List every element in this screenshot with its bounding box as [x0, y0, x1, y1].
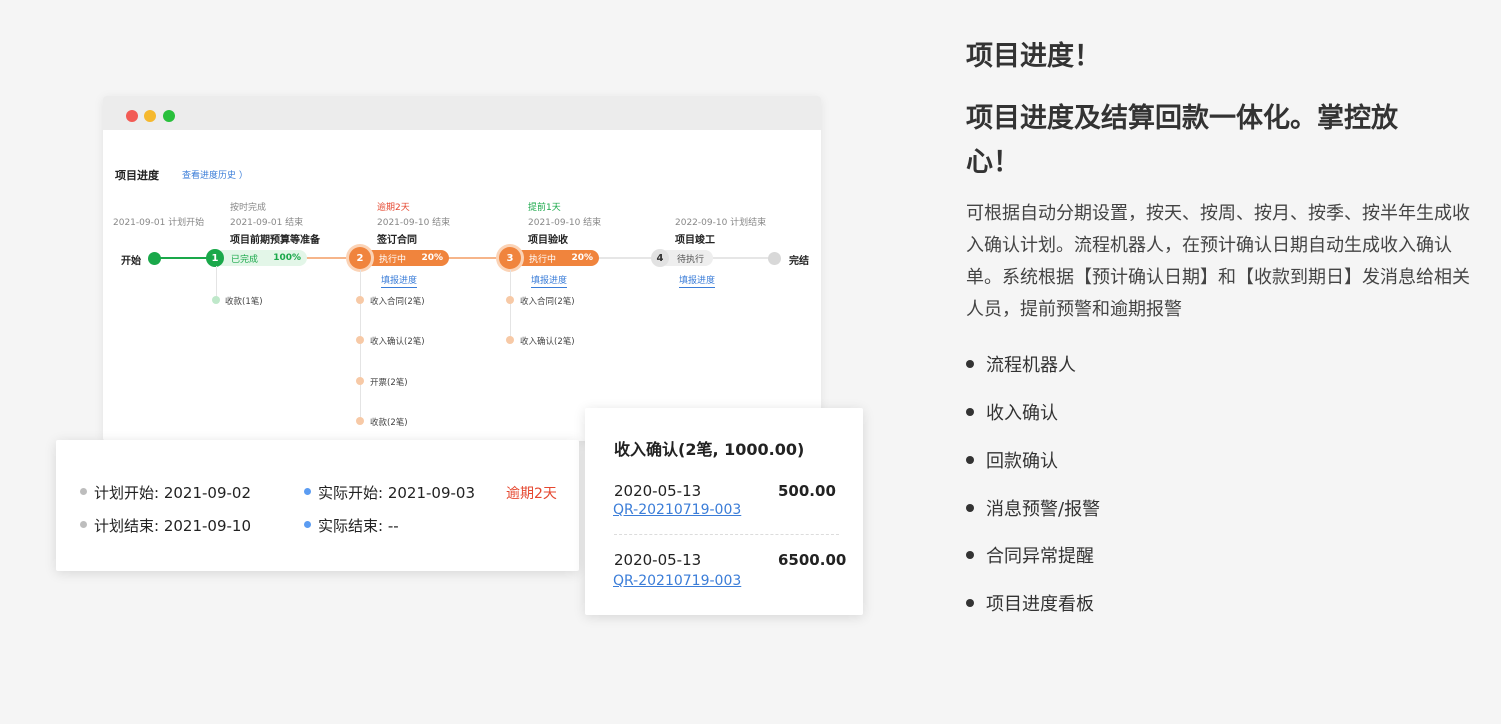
actual-start-text: 实际开始: 2021-09-03	[318, 484, 475, 502]
heading-primary: 项目进度！	[966, 41, 1101, 72]
page-title: 项目进度	[115, 169, 159, 182]
stage1-status: 按时完成	[230, 203, 267, 213]
stage1-pill-status: 已完成	[231, 254, 259, 265]
close-window-icon[interactable]	[126, 110, 138, 122]
stage3-fill-progress-link[interactable]: 填报进度	[531, 273, 568, 288]
income-confirm-title: 收入确认(2笔, 1000.00)	[614, 440, 805, 459]
stage4-fill-progress-link[interactable]: 填报进度	[679, 273, 716, 288]
feature-label: 流程机器人	[986, 355, 1076, 376]
actual-dot-icon	[304, 521, 311, 528]
sub-item-dot-icon	[356, 417, 364, 425]
bullet-icon	[966, 599, 974, 607]
sub-item-dot-icon	[356, 296, 364, 304]
entry-date: 2020-05-13	[614, 551, 702, 569]
stage4-date: 2022-09-10 计划结束	[675, 218, 767, 228]
maximize-window-icon[interactable]	[163, 110, 175, 122]
stage4-pill-status: 待执行	[677, 254, 705, 265]
feature-item: 消息预警/报警	[966, 495, 1100, 521]
entry-amount: 500.00	[778, 482, 836, 500]
feature-item: 合同异常提醒	[966, 542, 1094, 568]
sub-item-dot-icon	[356, 336, 364, 344]
start-node-icon	[148, 252, 161, 265]
entry-date: 2020-05-13	[614, 482, 702, 500]
heading-secondary-line1: 项目进度及结算回款一体化。掌控放	[966, 103, 1398, 134]
bullet-icon	[966, 551, 974, 559]
bullet-icon	[966, 456, 974, 464]
stage2-pill-percent: 20%	[421, 253, 443, 263]
stage2-sub-item[interactable]: 收入确认(2笔)	[370, 335, 425, 347]
plan-dot-icon	[80, 521, 87, 528]
stage2-sub-item[interactable]: 收款(2笔)	[370, 416, 408, 428]
stage-detail-popup: 计划开始: 2021-09-02 计划结束: 2021-09-10 实际开始: …	[56, 440, 579, 571]
stage3-node[interactable]: 3	[499, 247, 521, 269]
actual-dot-icon	[304, 488, 311, 495]
entry-code-link[interactable]: QR-20210719-003	[613, 502, 741, 518]
stage2-sub-item[interactable]: 收入合同(2笔)	[370, 295, 425, 307]
stage2-date: 2021-09-10 结束	[377, 218, 451, 228]
plan-end-text: 计划结束: 2021-09-10	[94, 517, 251, 535]
entry-amount: 6500.00	[778, 551, 847, 569]
bullet-icon	[966, 360, 974, 368]
feature-item: 流程机器人	[966, 351, 1076, 377]
bullet-icon	[966, 504, 974, 512]
stage1-pill-percent: 100%	[273, 253, 301, 263]
feature-label: 项目进度看板	[986, 594, 1094, 615]
overdue-badge: 逾期2天	[506, 486, 557, 502]
plan-start-text: 计划开始: 2021-09-02	[94, 484, 251, 502]
plan-dot-icon	[80, 488, 87, 495]
start-label: 开始	[121, 256, 141, 267]
feature-label: 回款确认	[986, 451, 1058, 472]
stage3-pill-status: 执行中	[529, 254, 557, 265]
stage2-fill-progress-link[interactable]: 填报进度	[381, 273, 418, 288]
view-history-link[interactable]: 查看进度历史 ）	[182, 168, 248, 181]
stage2-status: 逾期2天	[377, 203, 410, 213]
stage3-date: 2021-09-10 结束	[528, 218, 602, 228]
stage4-name: 项目竣工	[675, 235, 715, 246]
stage1-sub-item[interactable]: 收款(1笔)	[225, 295, 263, 307]
actual-end-text: 实际结束: --	[318, 517, 399, 535]
stage2-subline	[360, 270, 361, 422]
bullet-icon	[966, 408, 974, 416]
feature-item: 项目进度看板	[966, 590, 1094, 616]
entry-code-link[interactable]: QR-20210719-003	[613, 573, 741, 589]
stage3-name: 项目验收	[528, 235, 568, 246]
stage3-pill-percent: 20%	[571, 253, 593, 263]
sub-item-dot-icon	[212, 296, 220, 304]
stage2-name: 签订合同	[377, 235, 417, 246]
stage3-progress-pill: 执行中 20%	[509, 250, 599, 266]
income-confirm-popup: 收入确认(2笔, 1000.00) 2020-05-13 500.00 QR-2…	[585, 408, 863, 615]
stage1-node[interactable]: 1	[206, 249, 224, 267]
feature-label: 合同异常提醒	[986, 546, 1094, 567]
stage2-node[interactable]: 2	[349, 247, 371, 269]
sub-item-dot-icon	[506, 336, 514, 344]
entry-divider	[614, 534, 839, 535]
stage3-sub-item[interactable]: 收入合同(2笔)	[520, 295, 575, 307]
description-paragraph: 可根据自动分期设置，按天、按周、按月、按季、按半年生成收入确认计划。流程机器人，…	[966, 203, 1470, 320]
feature-item: 回款确认	[966, 447, 1058, 473]
stage1-progress-pill: 已完成 100%	[215, 250, 307, 266]
feature-item: 收入确认	[966, 399, 1058, 425]
stage2-pill-status: 执行中	[379, 254, 407, 265]
stage1-name: 项目前期预算等准备	[230, 235, 320, 246]
window-titlebar	[103, 96, 821, 130]
end-node-icon	[768, 252, 781, 265]
feature-label: 收入确认	[986, 403, 1058, 424]
stage3-status: 提前1天	[528, 203, 561, 213]
stage3-sub-item[interactable]: 收入确认(2笔)	[520, 335, 575, 347]
stage4-node[interactable]: 4	[651, 249, 669, 267]
end-label: 完结	[789, 256, 809, 267]
start-plan-date: 2021-09-01 计划开始	[113, 218, 205, 228]
sub-item-dot-icon	[506, 296, 514, 304]
stage2-progress-pill: 执行中 20%	[359, 250, 449, 266]
app-window: 项目进度 查看进度历史 ） 2021-09-01 计划开始 按时完成 2021-…	[103, 96, 821, 441]
feature-label: 消息预警/报警	[986, 499, 1101, 520]
stage1-date: 2021-09-01 结束	[230, 218, 304, 228]
stage3-subline	[510, 270, 511, 342]
stage1-subline	[216, 266, 217, 300]
stage2-sub-item[interactable]: 开票(2笔)	[370, 376, 408, 388]
minimize-window-icon[interactable]	[144, 110, 156, 122]
heading-secondary-line2: 心！	[966, 147, 1020, 178]
sub-item-dot-icon	[356, 377, 364, 385]
